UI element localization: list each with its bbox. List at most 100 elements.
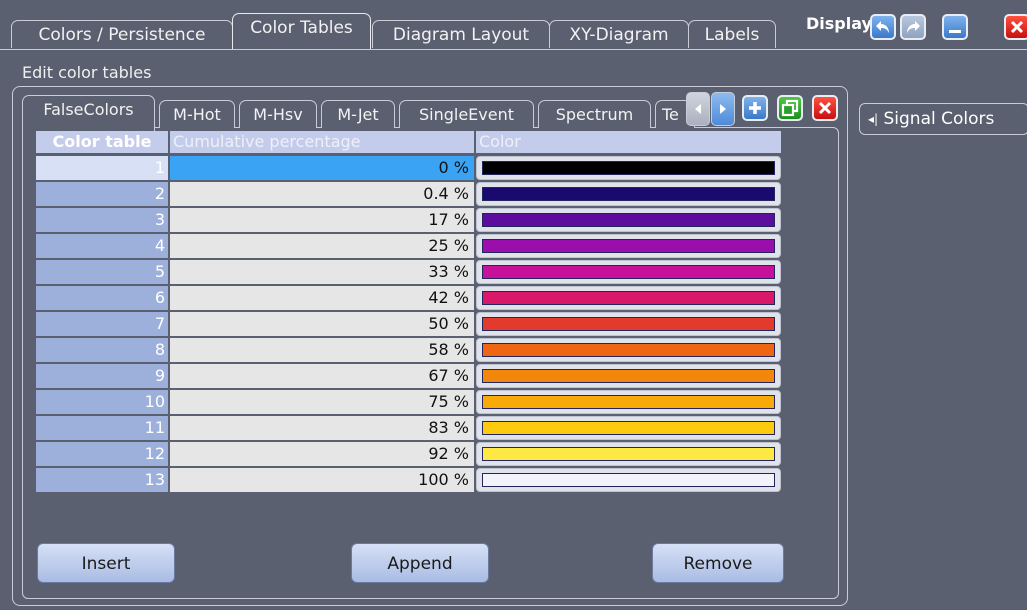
tab-xy-diagram[interactable]: XY-Diagram	[549, 20, 689, 48]
undo-icon	[876, 21, 889, 33]
cumulative-percentage-cell[interactable]: 75 %	[170, 390, 474, 414]
color-cell[interactable]	[476, 286, 781, 310]
tab-labels[interactable]: Labels	[688, 20, 776, 48]
cumulative-percentage-cell[interactable]: 92 %	[170, 442, 474, 466]
color-swatch	[482, 421, 775, 435]
copy-icon	[781, 99, 799, 117]
close-button[interactable]	[1004, 14, 1027, 40]
tab-m-hot[interactable]: M-Hot	[159, 100, 235, 128]
column-header-color-table[interactable]: Color table	[36, 131, 168, 153]
table-row[interactable]: 13 100 %	[36, 468, 781, 494]
table-row[interactable]: 4 25 %	[36, 234, 781, 260]
tab-label: FalseColors	[43, 100, 134, 119]
tab-scroll-left-button[interactable]	[686, 92, 710, 126]
row-index-cell[interactable]: 11	[36, 416, 168, 440]
row-index-cell[interactable]: 8	[36, 338, 168, 362]
color-swatch	[482, 473, 775, 487]
section-title: Edit color tables	[22, 63, 152, 82]
remove-button[interactable]: Remove	[652, 543, 784, 583]
delete-table-button[interactable]	[812, 95, 838, 121]
table-row[interactable]: 10 %	[36, 156, 781, 182]
top-tab-baseline	[0, 49, 1027, 50]
minimize-icon	[949, 30, 961, 33]
plus-icon	[749, 102, 761, 114]
close-icon	[1010, 20, 1024, 34]
tab-falsecolors[interactable]: FalseColors	[22, 95, 155, 131]
insert-button[interactable]: Insert	[37, 543, 175, 583]
color-cell[interactable]	[476, 442, 781, 466]
cumulative-percentage-cell[interactable]: 0 %	[170, 156, 474, 180]
color-cell[interactable]	[476, 390, 781, 414]
table-row[interactable]: 5 33 %	[36, 260, 781, 286]
color-swatch	[482, 161, 775, 175]
table-row[interactable]: 11 83 %	[36, 416, 781, 442]
color-swatch	[482, 265, 775, 279]
row-index-cell[interactable]: 12	[36, 442, 168, 466]
tab-m-jet[interactable]: M-Jet	[321, 100, 395, 128]
table-row[interactable]: 10 75 %	[36, 390, 781, 416]
tab-scroll-right-button[interactable]	[711, 92, 735, 126]
chevron-right-icon	[720, 104, 726, 114]
color-cell[interactable]	[476, 364, 781, 388]
chevron-left-icon	[695, 104, 701, 114]
row-index-cell[interactable]: 3	[36, 208, 168, 232]
color-cell[interactable]	[476, 260, 781, 284]
tab-spectrum[interactable]: Spectrum	[538, 100, 651, 128]
color-cell[interactable]	[476, 156, 781, 180]
color-swatch	[482, 317, 775, 331]
color-swatch	[482, 239, 775, 253]
row-index-cell[interactable]: 2	[36, 182, 168, 206]
add-table-button[interactable]	[742, 95, 768, 121]
table-row[interactable]: 8 58 %	[36, 338, 781, 364]
color-cell[interactable]	[476, 234, 781, 258]
undo-button[interactable]	[870, 14, 896, 40]
cumulative-percentage-cell[interactable]: 33 %	[170, 260, 474, 284]
table-row[interactable]: 6 42 %	[36, 286, 781, 312]
color-cell[interactable]	[476, 468, 781, 492]
append-button[interactable]: Append	[351, 543, 489, 583]
row-index-cell[interactable]: 1	[36, 156, 168, 180]
color-cell[interactable]	[476, 416, 781, 440]
color-cell[interactable]	[476, 182, 781, 206]
minimize-button[interactable]	[942, 14, 968, 40]
cumulative-percentage-cell[interactable]: 0.4 %	[170, 182, 474, 206]
color-swatch	[482, 187, 775, 201]
tab-colors-persistence[interactable]: Colors / Persistence	[11, 20, 233, 48]
tab-diagram-layout[interactable]: Diagram Layout	[372, 20, 550, 48]
cumulative-percentage-cell[interactable]: 25 %	[170, 234, 474, 258]
row-index-cell[interactable]: 13	[36, 468, 168, 492]
row-index-cell[interactable]: 10	[36, 390, 168, 414]
tab-singleevent[interactable]: SingleEvent	[399, 100, 534, 128]
row-index-cell[interactable]: 9	[36, 364, 168, 388]
cumulative-percentage-cell[interactable]: 67 %	[170, 364, 474, 388]
color-swatch	[482, 395, 775, 409]
row-index-cell[interactable]: 4	[36, 234, 168, 258]
row-index-cell[interactable]: 6	[36, 286, 168, 310]
signal-colors-button[interactable]: ◂| Signal Colors	[859, 103, 1027, 135]
color-cell[interactable]	[476, 312, 781, 336]
column-header-cumulative-percentage[interactable]: Cumulative percentage	[170, 131, 474, 153]
table-row[interactable]: 3 17 %	[36, 208, 781, 234]
cumulative-percentage-cell[interactable]: 58 %	[170, 338, 474, 362]
copy-table-button[interactable]	[777, 95, 803, 121]
cumulative-percentage-cell[interactable]: 100 %	[170, 468, 474, 492]
cumulative-percentage-cell[interactable]: 83 %	[170, 416, 474, 440]
color-swatch	[482, 369, 775, 383]
table-row[interactable]: 2 0.4 %	[36, 182, 781, 208]
table-row[interactable]: 7 50 %	[36, 312, 781, 338]
cumulative-percentage-cell[interactable]: 42 %	[170, 286, 474, 310]
redo-icon	[907, 21, 920, 33]
row-index-cell[interactable]: 7	[36, 312, 168, 336]
tab-m-hsv[interactable]: M-Hsv	[239, 100, 317, 128]
tab-color-tables[interactable]: Color Tables	[232, 13, 371, 49]
cumulative-percentage-cell[interactable]: 50 %	[170, 312, 474, 336]
row-index-cell[interactable]: 5	[36, 260, 168, 284]
table-row[interactable]: 9 67 %	[36, 364, 781, 390]
redo-button[interactable]	[900, 14, 926, 40]
color-cell[interactable]	[476, 208, 781, 232]
column-header-color[interactable]: Color	[476, 131, 781, 153]
tab-label: Colors / Persistence	[38, 25, 206, 45]
color-cell[interactable]	[476, 338, 781, 362]
table-row[interactable]: 12 92 %	[36, 442, 781, 468]
cumulative-percentage-cell[interactable]: 17 %	[170, 208, 474, 232]
